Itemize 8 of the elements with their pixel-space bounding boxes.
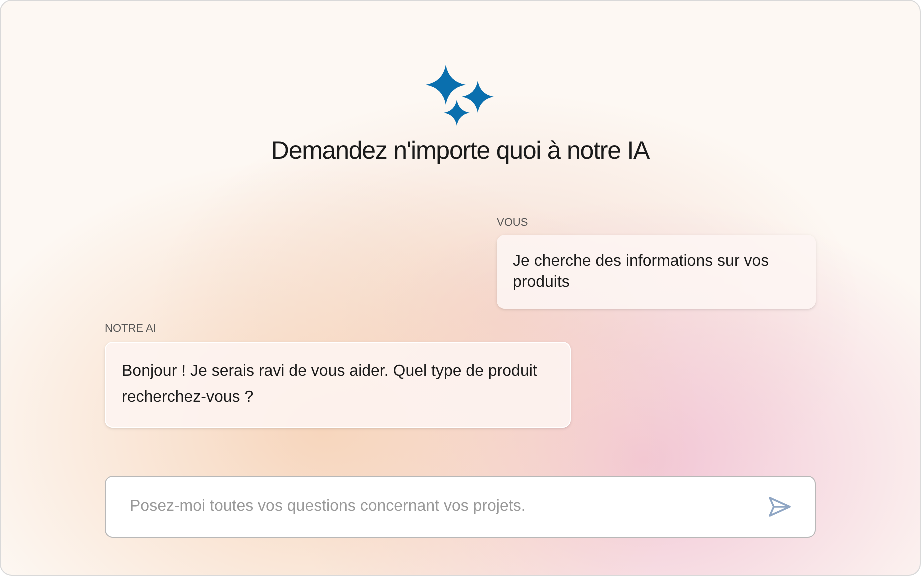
sender-label: NOTRE AI bbox=[105, 322, 158, 337]
ai-message: Bonjour ! Je serais ravi de vous aider. Quel type de produit recherchez-vous ? bbox=[105, 342, 571, 428]
sender-label: VOUS bbox=[497, 216, 530, 230]
message-field[interactable]: Posez-moi toutes vos questions concernant vos projets. bbox=[105, 476, 816, 538]
send-button[interactable] bbox=[768, 494, 792, 518]
send-icon bbox=[768, 494, 792, 518]
user-message: Je cherche des informations sur vos produits bbox=[497, 235, 816, 309]
page-heading: Demandez n'importe quoi à notre IA bbox=[271, 136, 650, 167]
